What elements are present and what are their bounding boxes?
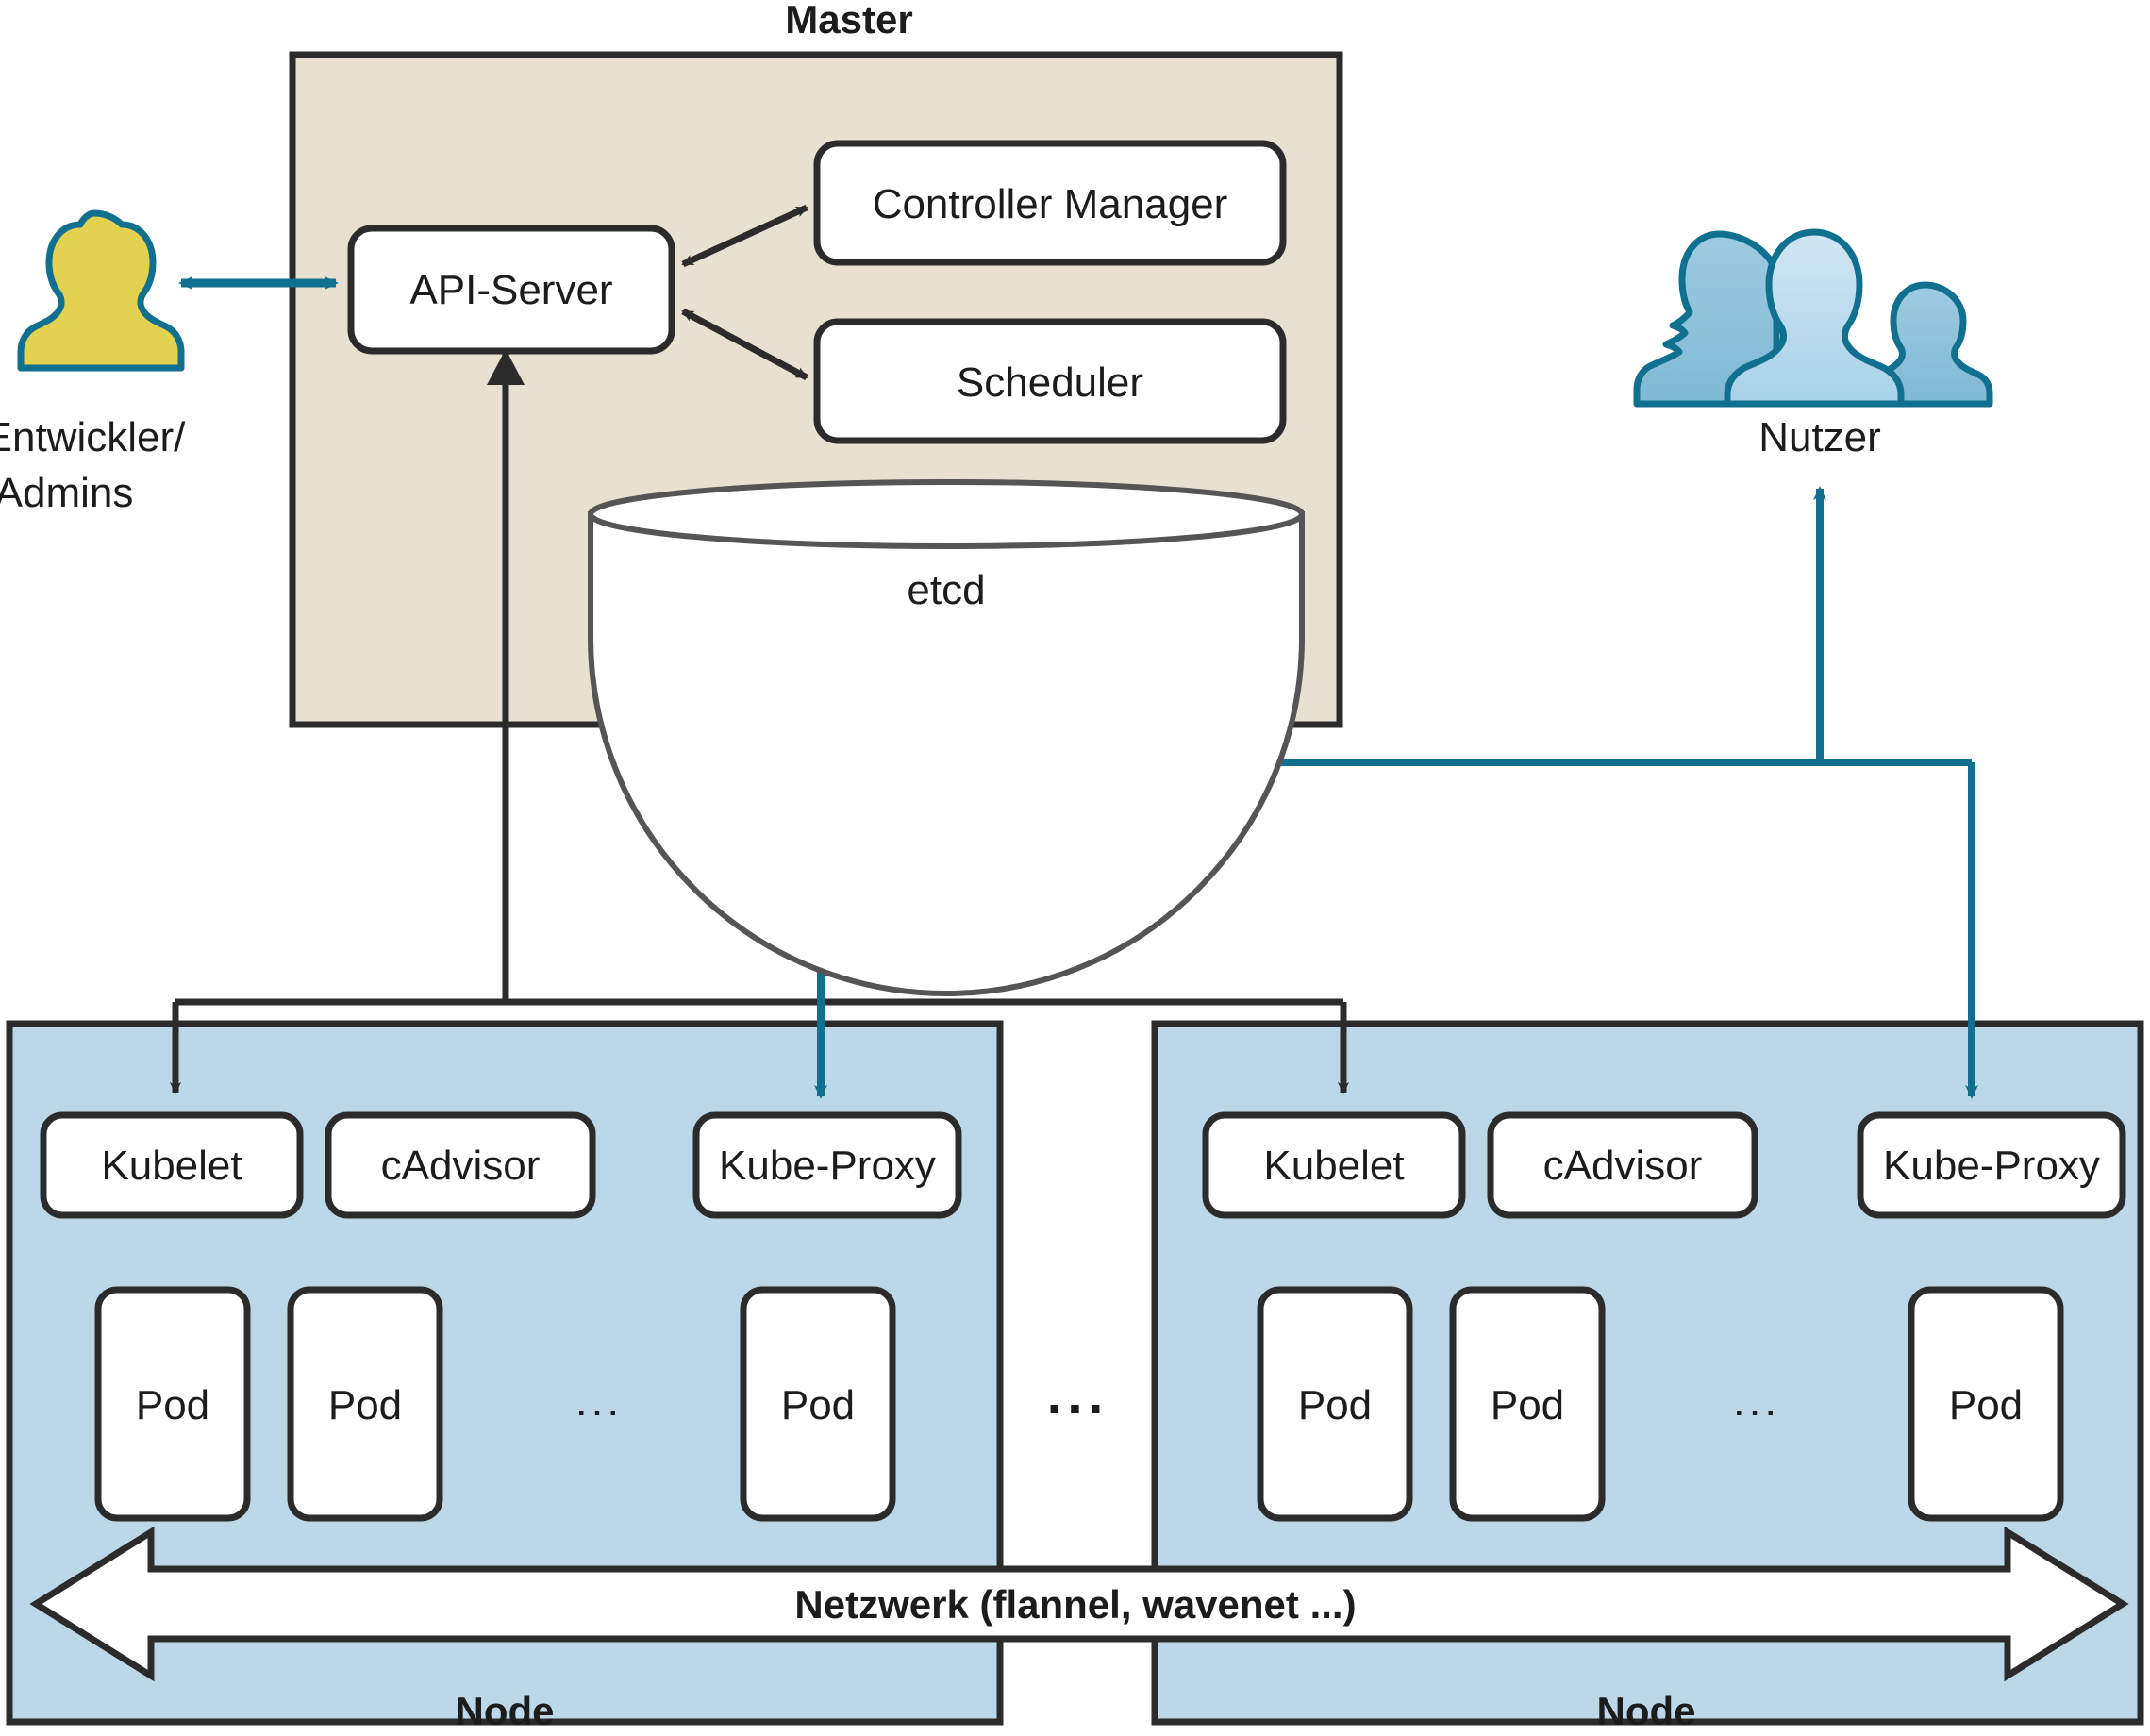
etcd-label: etcd [907, 567, 985, 613]
node-1-pod-ellipsis: ... [575, 1376, 623, 1425]
api-server-label: API-Server [409, 267, 612, 313]
users-label: Nutzer [1758, 414, 1881, 460]
node-2-kubeproxy-label: Kube-Proxy [1883, 1143, 2100, 1189]
node-1-kubeproxy-label: Kube-Proxy [719, 1143, 936, 1189]
node-1-cadvisor-label: cAdvisor [381, 1143, 541, 1189]
between-nodes-ellipsis: ... [1046, 1362, 1108, 1426]
network-label: Netzwerk (flannel, wavenet ...) [794, 1582, 1356, 1627]
developer-label-line1: Entwickler/ [0, 414, 186, 460]
node-1-pod-3-label: Pod [781, 1382, 855, 1428]
developer-label-line2: Admins [0, 470, 133, 516]
node-2-pod-1-label: Pod [1298, 1382, 1372, 1428]
node-1-pod-1-label: Pod [136, 1382, 209, 1428]
node-2-kubelet-label: Kubelet [1263, 1143, 1404, 1189]
node-2-pod-2-label: Pod [1491, 1382, 1564, 1428]
controller-manager-label: Controller Manager [873, 181, 1228, 227]
node-2-pod-3-label: Pod [1949, 1382, 2023, 1428]
label-layer: Master API-Server Controller Manager Sch… [0, 0, 2100, 1733]
node-1-pod-2-label: Pod [328, 1382, 402, 1428]
node-1-kubelet-label: Kubelet [101, 1143, 242, 1189]
node-1-caption: Node [456, 1689, 555, 1733]
node-2-pod-ellipsis: ... [1733, 1376, 1780, 1425]
node-2-cadvisor-label: cAdvisor [1543, 1143, 1703, 1189]
node-2-caption: Node [1597, 1689, 1696, 1733]
master-title: Master [785, 0, 912, 42]
scheduler-label: Scheduler [957, 359, 1143, 406]
kubernetes-architecture-diagram: Master API-Server Controller Manager Sch… [0, 0, 2150, 1736]
